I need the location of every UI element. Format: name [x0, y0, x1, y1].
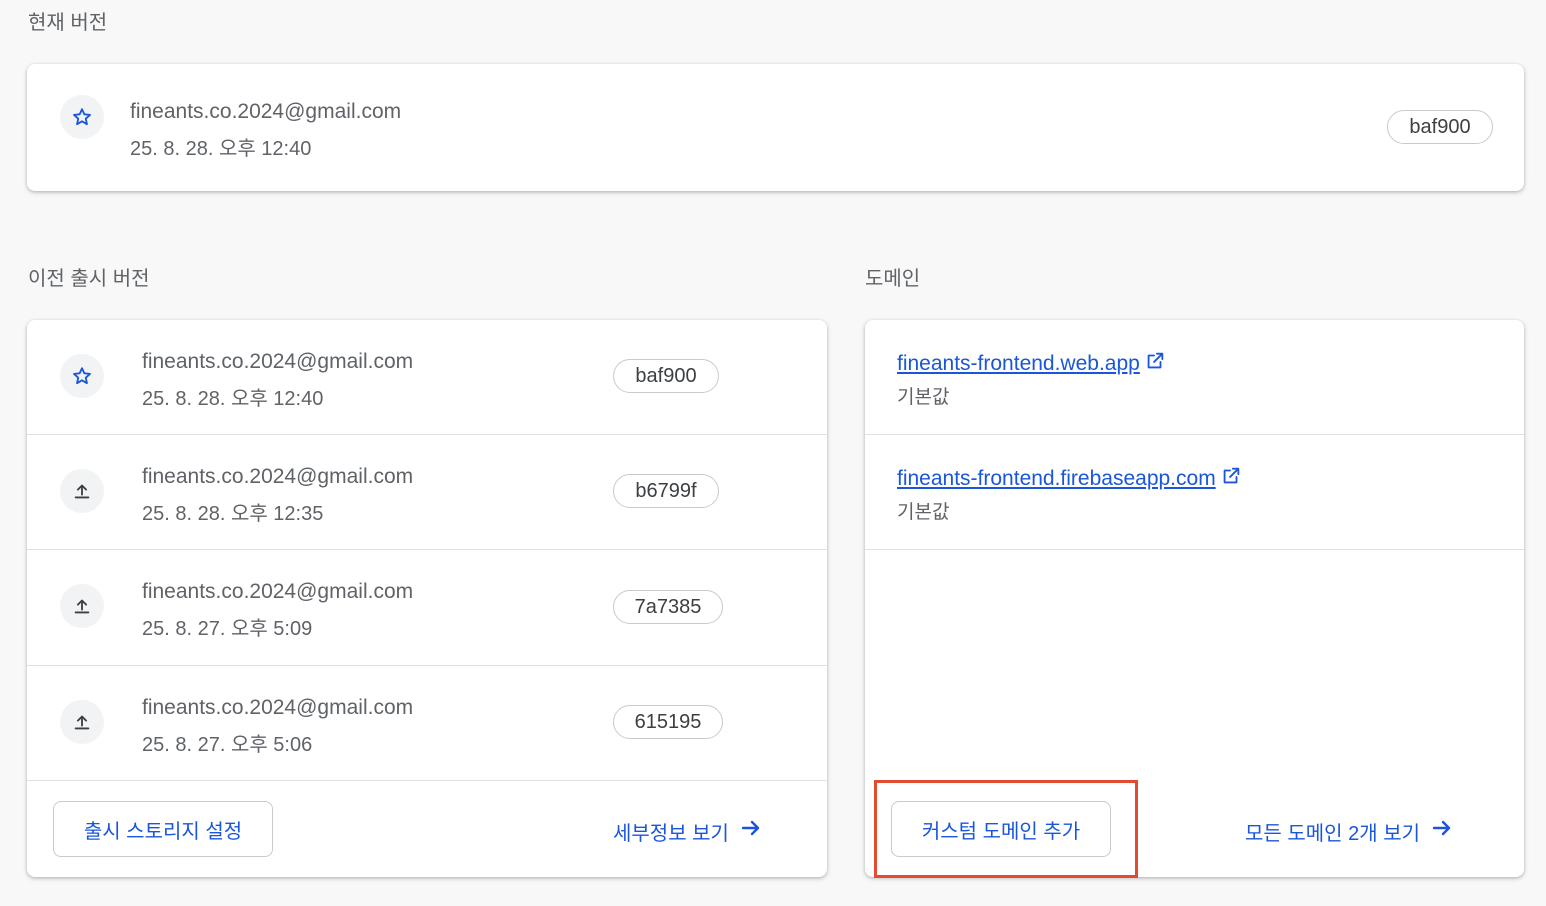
- current-version-label: 현재 버전: [28, 12, 108, 34]
- release-storage-settings-button[interactable]: 출시 스토리지 설정: [53, 801, 273, 857]
- external-link-icon: [1220, 465, 1242, 493]
- release-date: 25. 8. 28. 오후 12:40: [130, 138, 312, 160]
- divider: [865, 549, 1524, 550]
- domain-url: fineants-frontend.web.app: [897, 352, 1140, 375]
- version-chip[interactable]: b6799f: [613, 474, 719, 508]
- view-details-button[interactable]: 세부정보 보기: [613, 816, 763, 846]
- view-details-label: 세부정보 보기: [613, 822, 729, 845]
- release-date: 25. 8. 27. 오후 5:09: [142, 618, 313, 640]
- divider: [27, 780, 827, 781]
- external-link-icon: [1144, 350, 1166, 378]
- release-date: 25. 8. 28. 오후 12:35: [142, 503, 324, 525]
- current-version-card: fineants.co.2024@gmail.com 25. 8. 28. 오후…: [27, 64, 1524, 191]
- previous-releases-card: fineants.co.2024@gmail.com 25. 8. 28. 오후…: [27, 320, 827, 877]
- star-icon: [60, 95, 104, 139]
- divider: [865, 434, 1524, 435]
- previous-releases-label: 이전 출시 버전: [28, 268, 150, 290]
- domain-tag: 기본값: [897, 387, 950, 408]
- divider: [27, 549, 827, 550]
- view-all-domains-button[interactable]: 모든 도메인 2개 보기: [1245, 816, 1454, 846]
- release-email: fineants.co.2024@gmail.com: [130, 100, 402, 123]
- version-chip[interactable]: 7a7385: [613, 590, 723, 624]
- version-chip[interactable]: 615195: [613, 705, 723, 739]
- upload-icon: [60, 700, 104, 744]
- release-email: fineants.co.2024@gmail.com: [142, 350, 414, 373]
- divider: [27, 434, 827, 435]
- highlight-box: [874, 780, 1138, 878]
- release-date: 25. 8. 28. 오후 12:40: [142, 388, 324, 410]
- domain-link[interactable]: fineants-frontend.firebaseapp.com: [897, 465, 1242, 493]
- upload-icon: [60, 584, 104, 628]
- arrow-right-icon: [739, 816, 763, 846]
- domain-link[interactable]: fineants-frontend.web.app: [897, 350, 1166, 378]
- star-icon: [60, 354, 104, 398]
- release-email: fineants.co.2024@gmail.com: [142, 580, 414, 603]
- domains-label: 도메인: [865, 268, 921, 290]
- domain-tag: 기본값: [897, 502, 950, 523]
- release-email: fineants.co.2024@gmail.com: [142, 696, 414, 719]
- version-chip[interactable]: baf900: [613, 359, 719, 393]
- upload-icon: [60, 469, 104, 513]
- divider: [27, 665, 827, 666]
- version-chip[interactable]: baf900: [1387, 110, 1493, 144]
- release-date: 25. 8. 27. 오후 5:06: [142, 734, 313, 756]
- view-all-domains-label: 모든 도메인 2개 보기: [1245, 822, 1420, 845]
- arrow-right-icon: [1430, 816, 1454, 846]
- release-email: fineants.co.2024@gmail.com: [142, 465, 414, 488]
- domain-url: fineants-frontend.firebaseapp.com: [897, 467, 1216, 490]
